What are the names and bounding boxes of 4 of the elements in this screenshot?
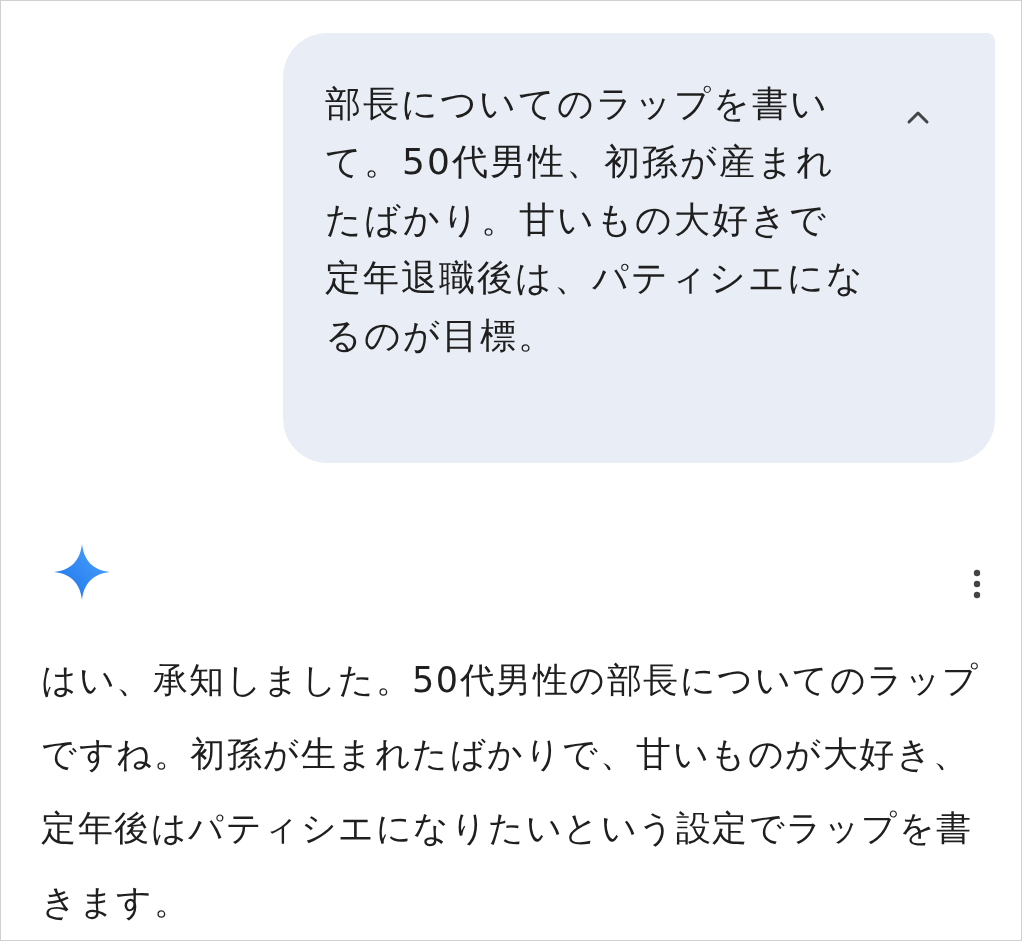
response-text: はい、承知しました。50代男性の部長についてのラップですね。初孫が生まれたばかりで、甘いものが大好き、定年後はパティシエになりたいという設定でラップを書きます。 xyxy=(41,659,981,924)
more-icon xyxy=(973,569,981,599)
prompt-text: 部長についてのラップを書いて。50代男性、初孫が産まれたばかり。甘いもの大好きで定年退職後は、パティシエになるのが目標。 xyxy=(325,82,865,358)
chevron-icon xyxy=(905,109,931,125)
